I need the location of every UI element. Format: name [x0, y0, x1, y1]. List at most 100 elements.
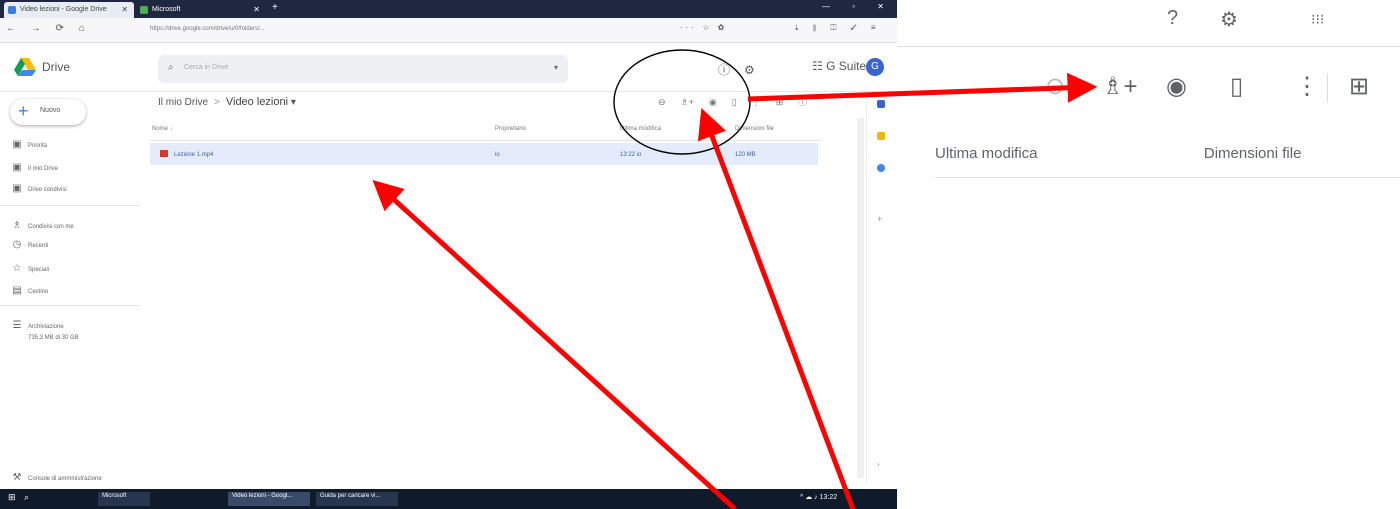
- browser-tab-drive[interactable]: Video lezioni - Google Drive ✕: [4, 2, 134, 18]
- window-controls[interactable]: — ▫ ✕: [822, 2, 894, 11]
- preview-icon[interactable]: ◉: [1166, 70, 1187, 104]
- sidebar-divider: [0, 205, 140, 206]
- sidebar-item-label: Priorità: [28, 143, 48, 149]
- help-icon[interactable]: ?: [1167, 7, 1178, 30]
- browser-tab-microsoft[interactable]: Microsoft ✕: [136, 2, 266, 18]
- header-divider: [935, 177, 1400, 178]
- search-input[interactable]: ⌕ Cerca in Drive ▾: [158, 55, 568, 83]
- sidebar-item-shared-drives[interactable]: ▣ Drive condivisi: [6, 183, 67, 197]
- column-size: Dimensioni file: [1203, 145, 1302, 162]
- taskbar-app-2[interactable]: Video lezioni - Googl...: [228, 492, 310, 506]
- sidebar-item-label: Condivisi con me: [28, 224, 74, 230]
- get-link-icon[interactable]: ⊖: [1045, 70, 1065, 104]
- search-placeholder: Cerca in Drive: [184, 64, 229, 71]
- toolbar-divider: [1327, 74, 1328, 102]
- sidebar-item-priority[interactable]: ▣ Priorità: [6, 139, 47, 153]
- people-icon: ♗: [12, 220, 22, 231]
- chevron-down-icon[interactable]: ▾: [291, 97, 296, 108]
- keep-icon[interactable]: [877, 132, 885, 140]
- sidebar-item-label: Cestino: [28, 289, 49, 295]
- sidebar-item-recent[interactable]: ◷ Recenti: [6, 239, 49, 253]
- breadcrumb: Il mio Drive > Video lezioni ▾: [158, 96, 296, 108]
- gsuite-label: ☷ G Suite: [812, 59, 866, 73]
- settings-icon[interactable]: ⚙: [1220, 7, 1238, 32]
- close-tab-icon[interactable]: ✕: [121, 2, 128, 18]
- new-button[interactable]: + Nuovo: [10, 99, 86, 125]
- close-tab-icon[interactable]: ✕: [253, 2, 260, 18]
- share-icon[interactable]: ♗+: [681, 97, 694, 108]
- zoom-column-headers: Ultima modifica Dimensioni file: [935, 145, 1301, 162]
- zoom-top-bar: ? ⚙ ⁝⁝⁝: [897, 0, 1400, 47]
- taskbar-app-3[interactable]: Guida per caricare vi...: [316, 492, 398, 506]
- file-toolbar: ⊖ ♗+ ◉ ▯ ⋮ ⊞ ⓘ: [658, 95, 822, 108]
- apps-grid-icon[interactable]: ⁝⁝⁝: [1311, 11, 1324, 28]
- star-icon: ☆: [12, 263, 22, 274]
- sidebar-item-trash[interactable]: ▤ Cestino: [6, 285, 48, 299]
- calendar-icon[interactable]: [877, 100, 885, 108]
- share-icon[interactable]: ♗+: [1102, 70, 1138, 104]
- sidebar-item-starred[interactable]: ☆ Speciali: [6, 263, 50, 277]
- info-icon[interactable]: ⓘ: [798, 95, 807, 108]
- taskbar-app-label: Microsoft: [102, 493, 127, 499]
- trash-icon[interactable]: ▯: [732, 97, 737, 108]
- tasks-icon[interactable]: [877, 164, 885, 172]
- windows-start-icon[interactable]: ⊞: [8, 492, 16, 503]
- file-list-header: Nome ↓ Proprietario Ultima modifica Dime…: [150, 118, 820, 141]
- admin-console-link[interactable]: ⚒ Console di amministrazione: [6, 472, 102, 486]
- page-actions[interactable]: ··· ☆ ✿: [680, 23, 727, 32]
- breadcrumb-root[interactable]: Il mio Drive: [158, 97, 208, 108]
- sidebar-item-shared-with-me[interactable]: ♗ Condivisi con me: [6, 220, 74, 234]
- avatar[interactable]: G: [866, 58, 884, 76]
- priority-icon: ▣: [12, 139, 22, 150]
- trash-icon[interactable]: ▯: [1230, 70, 1243, 104]
- video-file-icon: [160, 150, 168, 157]
- add-addon-icon[interactable]: +: [877, 214, 882, 224]
- sidebar-item-label: Archiviazione: [28, 324, 64, 330]
- settings-icon[interactable]: ⚙: [744, 63, 755, 77]
- zoomed-toolbar-panel: ? ⚙ ⁝⁝⁝ ⊖ ♗+ ◉ ▯ ⋮ ⊞ Ultima modifica Dim…: [897, 0, 1400, 509]
- preview-icon[interactable]: ◉: [709, 97, 717, 108]
- sidebar-item-label: Drive condivisi: [28, 187, 67, 193]
- system-tray[interactable]: ^ ☁ ♪ 13:22: [800, 493, 837, 501]
- file-name: Lezione 1.mp4: [174, 152, 214, 158]
- search-options-icon[interactable]: ▾: [554, 63, 558, 72]
- file-size: 120 MB: [735, 152, 756, 158]
- search-icon[interactable]: ⌕: [24, 492, 29, 503]
- browser-tab-bar: Video lezioni - Google Drive ✕ Microsoft…: [0, 0, 897, 18]
- column-modified: Ultima modifica: [620, 126, 662, 132]
- sidebar-item-storage[interactable]: ☰ Archiviazione: [6, 320, 64, 334]
- file-owner: io: [495, 152, 500, 158]
- sidebar-item-label: Il mio Drive: [28, 166, 59, 172]
- side-panel: + ›: [866, 92, 897, 484]
- breadcrumb-separator: >: [214, 97, 220, 108]
- extension-icons[interactable]: ⤓ ⫴ ◫ ✓ ≡: [795, 23, 882, 33]
- grid-view-icon[interactable]: ⊞: [1349, 70, 1369, 104]
- tab-label: Video lezioni - Google Drive: [20, 6, 107, 13]
- url-field[interactable]: https://drive.google.com/drive/u/0/folde…: [150, 22, 480, 36]
- taskbar-app-1[interactable]: Microsoft: [98, 492, 150, 506]
- collapse-panel-icon[interactable]: ›: [877, 460, 880, 469]
- get-link-icon[interactable]: ⊖: [658, 97, 666, 108]
- storage-icon: ☰: [12, 320, 22, 331]
- storage-usage: 735,3 MB di 30 GB: [6, 335, 79, 349]
- drive-tab-icon: [8, 6, 16, 14]
- clock-icon: ◷: [12, 239, 22, 250]
- sidebar-item-my-drive[interactable]: ▣ Il mio Drive: [6, 162, 58, 176]
- apps-icon[interactable]: ☷: [812, 59, 823, 73]
- header-divider: [0, 91, 897, 92]
- address-bar: ← → ⟳ ⌂ https://drive.google.com/drive/u…: [0, 18, 897, 43]
- new-tab-icon[interactable]: +: [272, 2, 278, 13]
- table-row[interactable]: Lezione 1.mp4 io 13:22 io 120 MB: [150, 143, 818, 165]
- grid-view-icon[interactable]: ⊞: [776, 97, 784, 108]
- column-name[interactable]: Nome ↓: [152, 126, 173, 132]
- file-modified: 13:22 io: [620, 152, 642, 158]
- column-owner: Proprietario: [495, 126, 527, 132]
- scrollbar[interactable]: [857, 118, 864, 478]
- plus-icon: +: [18, 101, 29, 121]
- navigation-buttons[interactable]: ← → ⟳ ⌂: [6, 23, 91, 34]
- microsoft-tab-icon: [140, 6, 148, 14]
- more-icon[interactable]: ⋮: [1295, 70, 1319, 104]
- breadcrumb-current[interactable]: Video lezioni: [226, 96, 288, 108]
- more-icon[interactable]: ⋮: [752, 97, 761, 108]
- help-icon[interactable]: ⓘ: [718, 61, 730, 78]
